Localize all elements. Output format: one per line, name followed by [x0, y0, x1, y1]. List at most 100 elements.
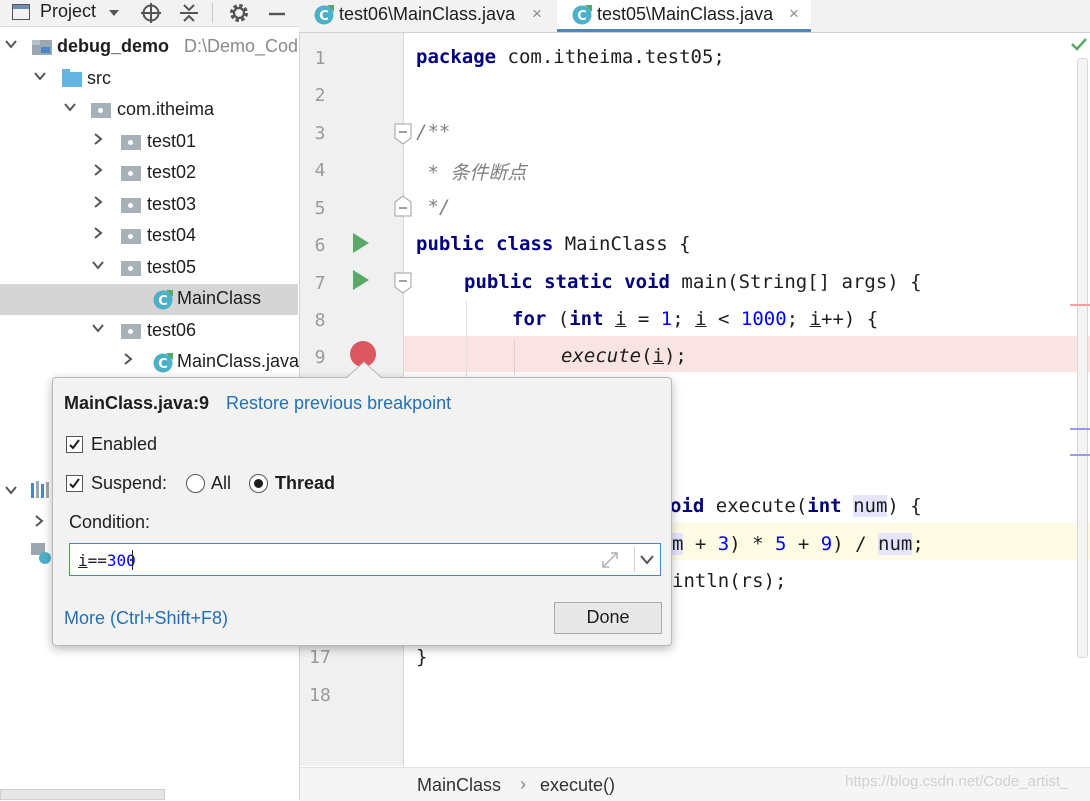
- external-libraries-icon: [31, 481, 49, 498]
- usage-stripe-marker[interactable]: [1070, 428, 1090, 430]
- tree-row-test03[interactable]: test03: [0, 190, 298, 221]
- package-icon: [121, 229, 141, 244]
- code-token: i: [695, 308, 707, 330]
- java-class-icon: C: [314, 5, 334, 25]
- condition-input[interactable]: i==300: [69, 543, 661, 576]
- tab-test05-mainclass[interactable]: C test05\MainClass.java ×: [557, 0, 811, 32]
- project-folder-icon: [32, 40, 52, 55]
- fold-icon[interactable]: [394, 272, 412, 294]
- code-token: ++) {: [821, 308, 879, 330]
- tree-row-src[interactable]: src: [0, 64, 298, 95]
- hide-panel-icon[interactable]: [266, 2, 288, 24]
- tree-row-test04[interactable]: test04: [0, 221, 298, 252]
- tree-row-test06-mainclass[interactable]: C MainClass.java: [0, 347, 299, 378]
- horizontal-scrollbar[interactable]: [0, 789, 165, 800]
- code-token: i: [615, 308, 627, 330]
- tree-row-package[interactable]: com.itheima: [0, 95, 298, 126]
- enabled-label[interactable]: Enabled: [91, 434, 157, 455]
- tree-row-test05[interactable]: test05: [0, 253, 298, 284]
- tree-row-mainclass-selected[interactable]: C MainClass: [0, 284, 298, 315]
- code-line-9[interactable]: execute(i);: [561, 345, 687, 367]
- tab-label: test06\MainClass.java: [339, 4, 516, 24]
- line-number: 17: [309, 647, 331, 668]
- suspend-thread-radio[interactable]: [249, 474, 268, 493]
- locate-icon[interactable]: [140, 2, 162, 24]
- code-line-13[interactable]: m + 3) * 5 + 9) / num;: [672, 533, 924, 555]
- chevron-right-icon[interactable]: [91, 195, 105, 209]
- tree-row-test02[interactable]: test02: [0, 158, 298, 189]
- enabled-checkbox[interactable]: [66, 436, 83, 453]
- project-toolbar: Project: [0, 0, 299, 27]
- chevron-right-icon[interactable]: [91, 132, 105, 146]
- project-view-icon: [12, 4, 30, 20]
- code-token: main(String[] args) {: [669, 271, 922, 293]
- code-line-12[interactable]: oid execute(int num) {: [670, 495, 922, 517]
- line-number: 1: [314, 48, 326, 69]
- suspend-label[interactable]: Suspend:: [91, 473, 167, 494]
- code-token: );: [663, 345, 687, 367]
- tab-test06-mainclass[interactable]: C test06\MainClass.java ×: [299, 0, 557, 32]
- tree-label-src: src: [87, 68, 111, 88]
- chevron-down-icon[interactable]: [4, 37, 18, 51]
- done-button[interactable]: Done: [554, 602, 662, 634]
- chevron-right-icon[interactable]: [91, 226, 105, 240]
- code-line-5[interactable]: */: [416, 196, 450, 218]
- code-line-3[interactable]: /**: [416, 121, 450, 143]
- restore-breakpoint-link[interactable]: Restore previous breakpoint: [226, 393, 451, 414]
- project-view-title[interactable]: Project: [40, 1, 96, 22]
- code-token: public: [464, 271, 533, 293]
- chevron-right-icon[interactable]: [32, 514, 46, 528]
- code-line-1[interactable]: package com.itheima.test05;: [416, 46, 725, 68]
- collapse-all-icon[interactable]: [178, 2, 200, 24]
- code-line-8[interactable]: for (int i = 1; i < 1000; i++) {: [512, 308, 878, 330]
- code-token: ;: [786, 308, 810, 330]
- code-token: com.itheima.test05;: [496, 46, 725, 68]
- suspend-all-label[interactable]: All: [211, 473, 231, 494]
- chevron-down-icon[interactable]: [4, 483, 18, 497]
- popup-pointer: [346, 361, 382, 379]
- checkmark-icon: [69, 478, 80, 489]
- breadcrumb: MainClass › execute() https://blog.csdn.…: [300, 767, 1090, 801]
- svg-text:C: C: [577, 9, 587, 24]
- suspend-all-radio[interactable]: [186, 474, 205, 493]
- code-line-7[interactable]: public static void main(String[] args) {: [464, 271, 922, 293]
- fold-icon[interactable]: [394, 123, 412, 145]
- fold-icon[interactable]: [394, 195, 412, 217]
- breadcrumb-item[interactable]: MainClass: [417, 775, 501, 796]
- error-stripe-marker[interactable]: [1070, 304, 1090, 306]
- toolbar-divider: [212, 3, 213, 23]
- suspend-thread-label[interactable]: Thread: [275, 473, 335, 494]
- run-icon[interactable]: [351, 268, 371, 292]
- tree-row-test01[interactable]: test01: [0, 127, 298, 158]
- code-token: package: [416, 46, 497, 68]
- chevron-down-icon[interactable]: [91, 258, 105, 272]
- tab-close-icon[interactable]: ×: [532, 4, 542, 24]
- tree-row-project[interactable]: debug_demo D:\Demo_Cod: [0, 32, 298, 63]
- chevron-down-icon[interactable]: [63, 100, 77, 114]
- package-icon: [121, 324, 141, 339]
- expand-icon[interactable]: [600, 550, 620, 570]
- code-line-6[interactable]: public class MainClass {: [416, 233, 691, 255]
- chevron-down-icon[interactable]: [33, 69, 47, 83]
- code-line-4[interactable]: * 条件断点: [416, 158, 526, 185]
- java-class-icon: C: [572, 5, 592, 25]
- run-icon[interactable]: [351, 231, 371, 255]
- tab-close-icon[interactable]: ×: [789, 4, 799, 24]
- editor-scrollbar[interactable]: [1077, 58, 1088, 658]
- chevron-right-icon[interactable]: [121, 352, 135, 366]
- dropdown-arrow-icon[interactable]: [108, 8, 120, 18]
- code-line-14[interactable]: intln(rs);: [672, 570, 786, 592]
- more-breakpoints-link[interactable]: More (Ctrl+Shift+F8): [64, 608, 228, 629]
- chevron-down-icon[interactable]: [639, 553, 655, 567]
- chevron-down-icon[interactable]: [91, 321, 105, 335]
- code-line-17[interactable]: }: [416, 646, 427, 668]
- gear-icon[interactable]: [227, 1, 251, 25]
- code-token: 5: [775, 533, 787, 555]
- usage-stripe-marker[interactable]: [1070, 454, 1090, 456]
- svg-text:C: C: [319, 9, 329, 24]
- suspend-checkbox[interactable]: [66, 475, 83, 492]
- condition-text[interactable]: i==300: [78, 551, 136, 570]
- chevron-right-icon[interactable]: [91, 163, 105, 177]
- breadcrumb-item[interactable]: execute(): [540, 775, 615, 796]
- tree-row-test06[interactable]: test06: [0, 316, 298, 347]
